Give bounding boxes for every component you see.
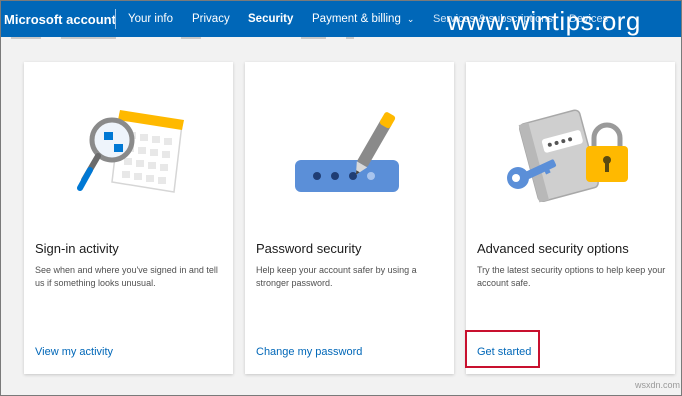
card-title: Password security (256, 241, 362, 256)
card-advanced-security-options: Advanced security options Try the latest… (466, 62, 675, 374)
card-title: Sign-in activity (35, 241, 119, 256)
nav-your-info[interactable]: Your info (128, 13, 173, 25)
password-pen-icon (295, 112, 399, 192)
brand-title[interactable]: Microsoft account (4, 12, 116, 27)
nav-divider (115, 9, 116, 29)
card-description: Try the latest security options to help … (477, 265, 666, 288)
card-sign-in-activity: Sign-in activity See when and where you'… (24, 62, 233, 374)
strip-fragment (346, 37, 354, 39)
view-my-activity-link[interactable]: View my activity (35, 346, 113, 358)
card-title: Advanced security options (477, 241, 629, 256)
sub-header-strip (1, 37, 681, 42)
window-frame: Microsoft account Your info Privacy Secu… (0, 0, 682, 396)
strip-fragment (61, 37, 116, 39)
top-navigation-bar: Microsoft account Your info Privacy Secu… (1, 1, 681, 37)
card-description: Help keep your account safer by using a … (256, 265, 417, 288)
nav-payment-billing-label: Payment & billing (312, 13, 401, 25)
chevron-down-icon: ⌄ (406, 14, 415, 24)
calendar-magnifier-icon (77, 110, 184, 193)
key-lock-icon (507, 109, 628, 203)
change-my-password-link[interactable]: Change my password (256, 346, 362, 358)
highlight-box (465, 330, 540, 368)
footer-watermark: wsxdn.com (635, 380, 681, 390)
nav-payment-billing[interactable]: Payment & billing ⌄ (312, 13, 414, 25)
strip-fragment (11, 37, 41, 39)
nav-privacy[interactable]: Privacy (192, 13, 230, 25)
card-description: See when and where you've signed in and … (35, 265, 218, 288)
strip-fragment (181, 37, 201, 39)
strip-fragment (301, 37, 326, 39)
nav-security[interactable]: Security (248, 13, 293, 25)
card-password-security: Password security Help keep your account… (245, 62, 454, 374)
watermark-text: www.wintips.org (447, 6, 641, 36)
